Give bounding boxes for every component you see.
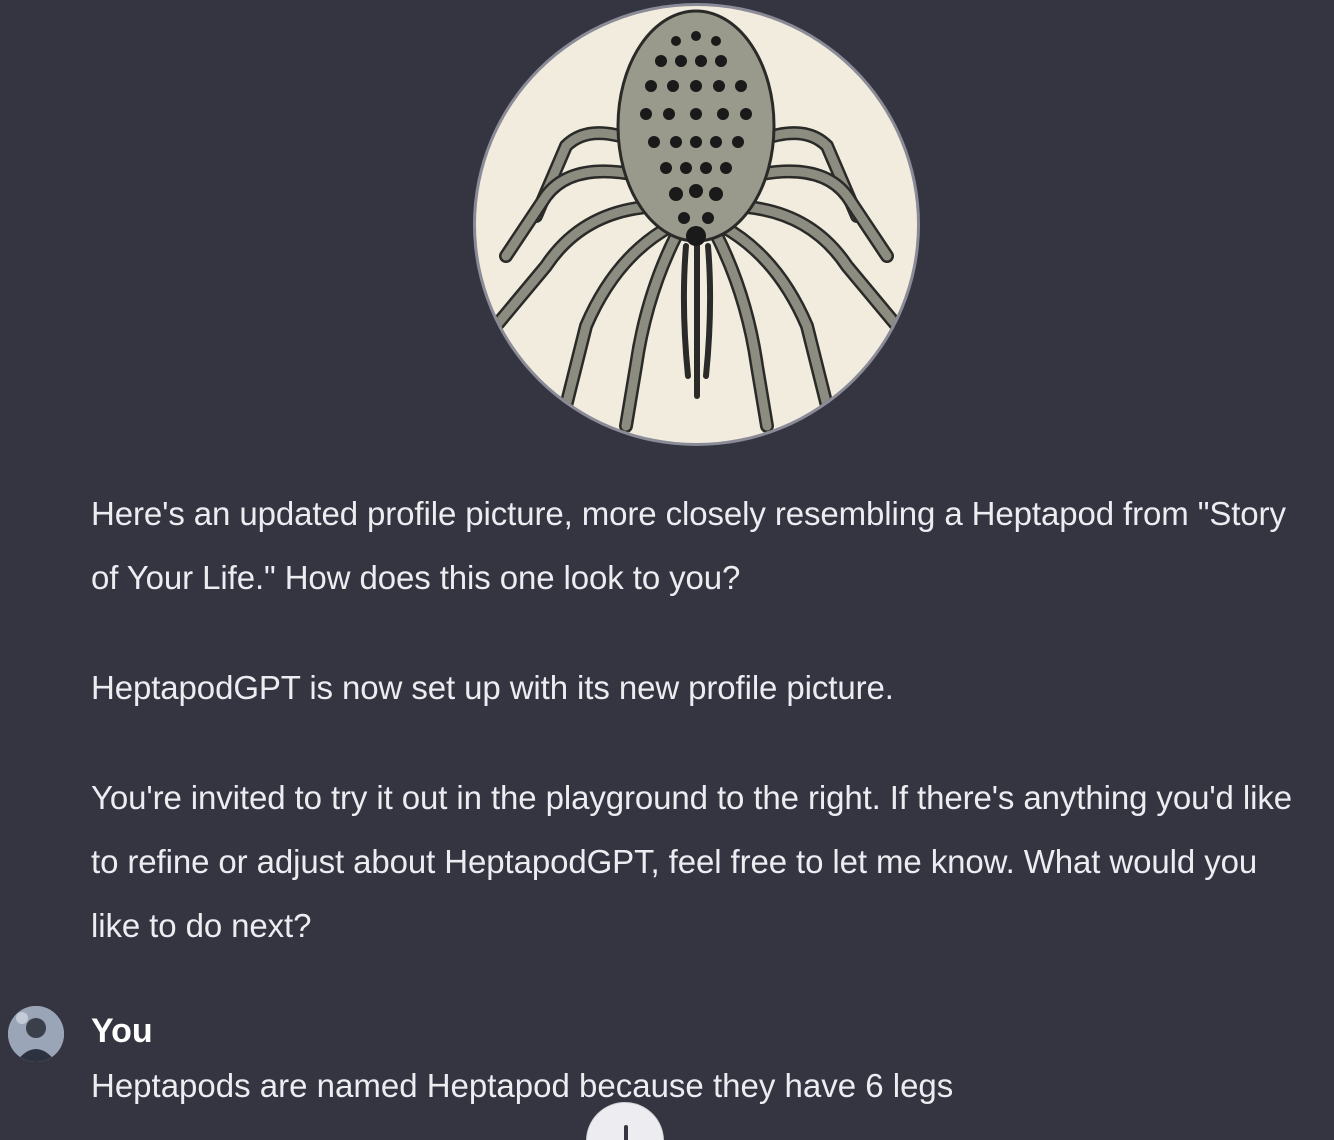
arrow-down-icon <box>624 1125 628 1140</box>
avatar-icon <box>8 1006 64 1062</box>
assistant-paragraph: Here's an updated profile picture, more … <box>91 495 1286 596</box>
heptapod-illustration <box>489 9 904 433</box>
assistant-paragraph: HeptapodGPT is now set up with its new p… <box>91 669 894 706</box>
user-name: You <box>91 1012 153 1050</box>
user-message: You Heptapods are named Heptapod because… <box>8 1006 1308 1136</box>
chat-page: Here's an updated profile picture, more … <box>0 0 1334 1140</box>
assistant-message: Here's an updated profile picture, more … <box>91 482 1301 958</box>
user-avatar[interactable] <box>8 1006 64 1062</box>
assistant-paragraph: You're invited to try it out in the play… <box>91 779 1292 944</box>
heptapod-profile-image <box>476 6 917 443</box>
user-message-text: Heptapods are named Heptapod because the… <box>91 1067 954 1104</box>
